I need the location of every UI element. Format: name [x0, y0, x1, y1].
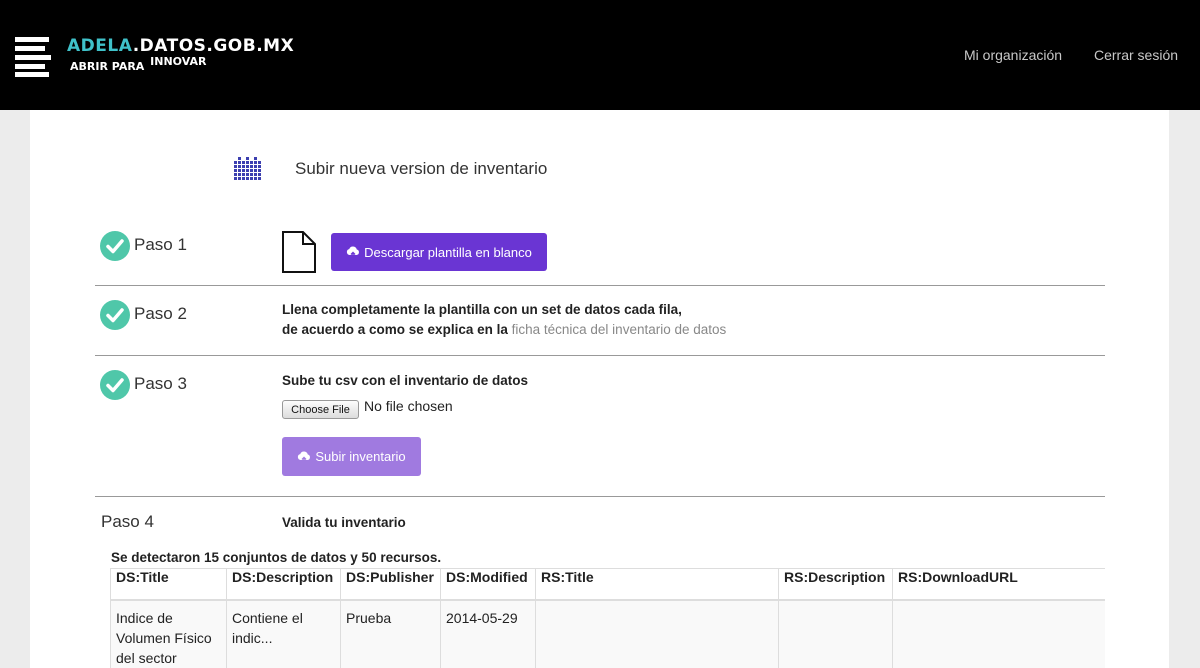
main-panel: Subir nueva version de inventario Paso 1… [30, 110, 1169, 668]
step-4-label: Paso 4 [101, 512, 154, 531]
column-header[interactable]: DS:Modified [440, 568, 536, 601]
ficha-tecnica-link[interactable]: ficha técnica del inventario de datos [512, 322, 727, 337]
step-3-instruction: Sube tu csv con el inventario de datos [282, 373, 529, 388]
table-header-row: DS:Title DS:Description DS:Publisher DS:… [110, 568, 1105, 601]
logo-bars-icon[interactable] [15, 37, 51, 77]
site-logo-title[interactable]: ADELA.DATOS.GOB.MX [67, 36, 294, 56]
table-row: Indice de Volumen Físico del sector Cont… [110, 599, 1105, 668]
top-navbar: ADELA.DATOS.GOB.MX ABRIR PARA INNOVAR Mi… [0, 0, 1200, 110]
column-header[interactable]: RS:DownloadURL [892, 568, 1105, 601]
nav-cerrar-sesion[interactable]: Cerrar sesión [1094, 47, 1178, 63]
logo-accent-text: ADELA [67, 36, 133, 56]
download-template-label: Descargar plantilla en blanco [364, 244, 532, 260]
validation-summary: Se detectaron 15 conjuntos de datos y 50… [111, 550, 442, 565]
cloud-upload-icon [298, 451, 311, 463]
inventory-table: DS:Title DS:Description DS:Publisher DS:… [110, 568, 1105, 668]
inventory-grid-icon [234, 157, 261, 180]
table-cell [778, 599, 893, 668]
choose-file-button[interactable]: Choose File [282, 400, 359, 419]
logo-rest-text: .DATOS.GOB.MX [132, 36, 295, 56]
step-1: Paso 1 Descargar plantilla en blanco [95, 230, 1105, 274]
site-tagline: ABRIR PARA INNOVAR [70, 55, 206, 73]
step-divider [95, 355, 1105, 356]
tagline-main: ABRIR PARA [70, 60, 145, 73]
page-title: Subir nueva version de inventario [295, 159, 548, 178]
column-header[interactable]: RS:Description [778, 568, 893, 601]
table-cell [892, 599, 1105, 668]
step-4-instruction: Valida tu inventario [282, 515, 406, 530]
column-header[interactable]: DS:Publisher [340, 568, 441, 601]
step-2-instruction-line1: Llena completamente la plantilla con un … [282, 302, 682, 317]
check-circle-icon [100, 370, 130, 400]
step-divider [95, 496, 1105, 497]
table-cell [535, 599, 779, 668]
table-cell: Indice de Volumen Físico del sector [110, 599, 227, 668]
column-header[interactable]: DS:Description [226, 568, 341, 601]
cloud-upload-icon [347, 246, 360, 258]
step-3: Paso 3 Sube tu csv con el inventario de … [95, 366, 1105, 486]
step-divider [95, 285, 1105, 286]
step-2-instruction-text: de acuerdo a como se explica en la [282, 322, 508, 337]
table-cell: Contiene el indic... [226, 599, 341, 668]
check-circle-icon [100, 300, 130, 330]
step-1-label: Paso 1 [134, 235, 187, 254]
step-3-label: Paso 3 [134, 374, 187, 393]
step-2-label: Paso 2 [134, 304, 187, 323]
table-cell: 2014-05-29 [440, 599, 536, 668]
check-circle-icon [100, 231, 130, 261]
upload-inventory-button[interactable]: Subir inventario [282, 437, 421, 476]
tagline-raised: INNOVAR [150, 55, 207, 68]
column-header[interactable]: RS:Title [535, 568, 779, 601]
step-2: Paso 2 Llena completamente la plantilla … [95, 296, 1105, 356]
download-template-button[interactable]: Descargar plantilla en blanco [331, 233, 547, 271]
file-status-text: No file chosen [364, 398, 453, 414]
upload-inventory-label: Subir inventario [315, 449, 406, 464]
document-icon [282, 231, 316, 273]
nav-mi-organizacion[interactable]: Mi organización [964, 47, 1062, 63]
step-2-instruction-line2: de acuerdo a como se explica en la ficha… [282, 322, 726, 337]
column-header[interactable]: DS:Title [110, 568, 227, 601]
table-cell: Prueba [340, 599, 441, 668]
